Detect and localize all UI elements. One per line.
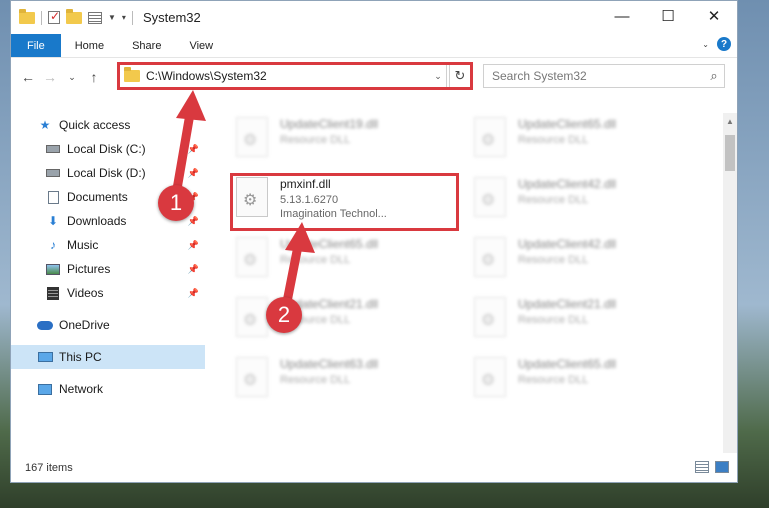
arrow-1-shaft (171, 103, 196, 200)
arrow-1 (171, 90, 206, 200)
arrow-1-head (176, 90, 206, 121)
step-1-badge: 1 (158, 185, 194, 221)
arrow-2 (281, 222, 315, 312)
annotation-arrows (171, 90, 315, 312)
step-2-badge: 2 (266, 297, 302, 333)
arrow-2-head (285, 222, 315, 253)
